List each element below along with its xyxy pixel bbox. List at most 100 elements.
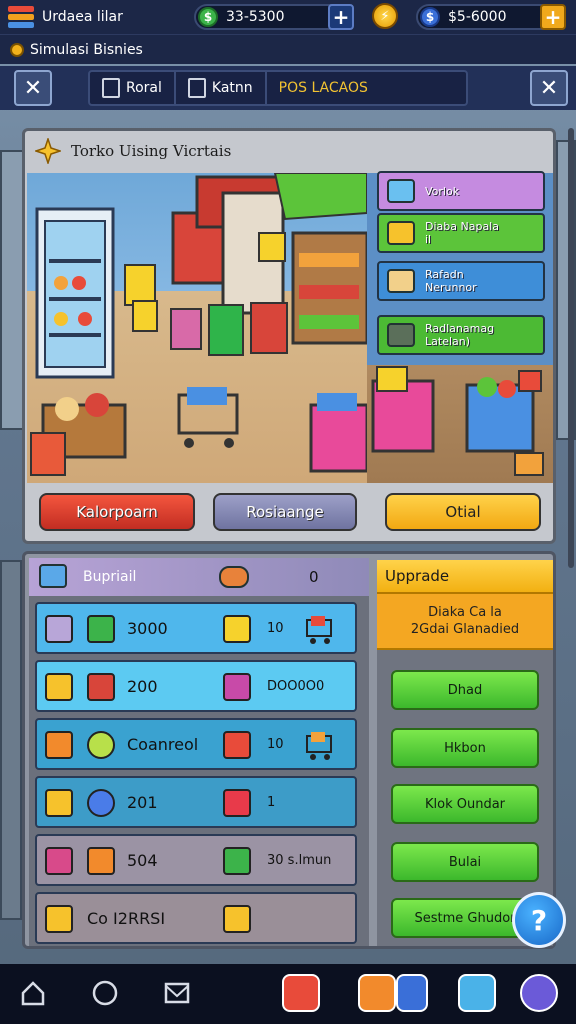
bottle-icon bbox=[45, 847, 73, 875]
app-shortcut-icon[interactable] bbox=[458, 974, 496, 1012]
food-icon bbox=[219, 566, 249, 588]
home-icon[interactable] bbox=[18, 978, 48, 1008]
stat-secondary: 1 bbox=[267, 794, 276, 810]
stat-secondary: 30 s.lmun bbox=[267, 852, 332, 868]
button-label: Sestme Ghudor bbox=[414, 910, 516, 926]
upgrade-description: Diaka Ca la 2Gdai Glanadied bbox=[377, 594, 553, 650]
gem-icon: $ bbox=[420, 7, 440, 27]
stat-secondary: 10 bbox=[267, 736, 284, 752]
item-box-icon bbox=[387, 221, 415, 245]
tab-roral[interactable]: Roral bbox=[90, 72, 176, 104]
box-icon bbox=[45, 615, 73, 643]
cup-icon bbox=[45, 673, 73, 701]
crate-icon bbox=[45, 731, 73, 759]
coin-counter: $ 33-5300 + bbox=[194, 4, 354, 30]
stat-row[interactable]: Coanreol 10 bbox=[35, 718, 357, 770]
tab-katnn[interactable]: Katnn bbox=[176, 72, 267, 104]
tab-pos-lacaos[interactable]: POS LACAOS bbox=[267, 72, 380, 104]
tag-icon bbox=[223, 731, 251, 759]
drink-icon bbox=[223, 789, 251, 817]
stats-header: Bupriail 0 bbox=[29, 558, 369, 596]
upgrade-desc-line2: 2Gdai Glanadied bbox=[410, 622, 520, 637]
app-shortcut-icon[interactable] bbox=[396, 974, 428, 1012]
app-shortcut-icon[interactable] bbox=[520, 974, 558, 1012]
chest-icon bbox=[87, 673, 115, 701]
stat-row[interactable]: 3000 10 bbox=[35, 602, 357, 654]
tab-bar: ✕ Roral Katnn POS LACAOS ✕ bbox=[0, 66, 576, 110]
shop-item-card[interactable]: Vorlok bbox=[377, 171, 545, 211]
item-crate-icon bbox=[387, 269, 415, 293]
cart-icon bbox=[306, 616, 332, 644]
tabs: Roral Katnn POS LACAOS bbox=[88, 70, 468, 106]
stat-row[interactable]: 200 DOO0O0 bbox=[35, 660, 357, 712]
mail-icon[interactable] bbox=[162, 978, 192, 1008]
rosiaange-button[interactable]: Rosiaange bbox=[213, 493, 357, 531]
shop-title: Torko Uising Vicrtais bbox=[71, 142, 232, 160]
top-bar: Urdaea lilar $ 33-5300 + ⚡ $ $5-6000 + bbox=[0, 0, 576, 34]
close-left-button[interactable]: ✕ bbox=[14, 70, 52, 106]
button-label: Hkbon bbox=[444, 740, 486, 756]
help-icon: ? bbox=[530, 903, 548, 937]
stat-row[interactable]: 504 30 s.lmun bbox=[35, 834, 357, 886]
upgrade-title: Upprade bbox=[377, 560, 553, 594]
upgrade-panel: Upprade Diaka Ca la 2Gdai Glanadied Dhad… bbox=[377, 560, 553, 946]
add-gems-button[interactable]: + bbox=[540, 4, 566, 30]
tab-label: Katnn bbox=[211, 80, 253, 96]
item-label: Radlanamag Latelan) bbox=[425, 322, 495, 348]
gem-counter: $ $5-6000 + bbox=[416, 4, 566, 30]
shop-scene[interactable] bbox=[27, 173, 367, 483]
item-label: Rafadn Nerunnor bbox=[425, 268, 477, 294]
money-box-icon bbox=[223, 847, 251, 875]
stats-header-value: 0 bbox=[309, 568, 319, 586]
bread-icon bbox=[45, 789, 73, 817]
currency-dot-icon bbox=[10, 42, 24, 57]
shop-item-card[interactable]: Diaba Napala il bbox=[377, 213, 545, 253]
add-coins-button[interactable]: + bbox=[328, 4, 354, 30]
stat-row[interactable]: 201 1 bbox=[35, 776, 357, 828]
shop-panel: Torko Uising Vicrtais Vorlok Diaba Napal… bbox=[22, 128, 556, 544]
otial-button[interactable]: Otial bbox=[385, 493, 541, 531]
cube-icon bbox=[39, 564, 67, 588]
upgrade-button-bulai[interactable]: Bulai bbox=[391, 842, 539, 882]
upgrade-button-klok-oundar[interactable]: Klok Oundar bbox=[391, 784, 539, 824]
stats-list: Bupriail 0 3000 10 200 DOO0O0 Coanreol 1… bbox=[29, 558, 369, 946]
tab-label: POS LACAOS bbox=[278, 80, 368, 96]
button-label: Dhad bbox=[447, 682, 483, 698]
shop-item-card[interactable]: Rafadn Nerunnor bbox=[377, 261, 545, 301]
shop-item-card[interactable]: Radlanamag Latelan) bbox=[377, 315, 545, 355]
button-label: Kalorpoarn bbox=[76, 503, 158, 521]
close-right-button[interactable]: ✕ bbox=[530, 70, 568, 106]
item-bird-icon bbox=[387, 179, 415, 203]
stat-row[interactable]: Co I2RRSI bbox=[35, 892, 357, 944]
circle-icon[interactable] bbox=[90, 978, 120, 1008]
stat-value: 504 bbox=[127, 850, 158, 870]
scrollbar[interactable] bbox=[568, 128, 574, 568]
button-label: Bulai bbox=[448, 854, 482, 870]
gem-value: $5-6000 bbox=[448, 9, 507, 25]
kalorpoarn-button[interactable]: Kalorpoarn bbox=[39, 493, 195, 531]
document-icon bbox=[102, 78, 120, 98]
item-phone-icon bbox=[387, 323, 415, 347]
upgrade-button-dhad[interactable]: Dhad bbox=[391, 670, 539, 710]
energy-icon[interactable]: ⚡ bbox=[372, 3, 398, 29]
tab-label: Roral bbox=[126, 80, 162, 96]
app-shortcut-icon[interactable] bbox=[282, 974, 320, 1012]
help-button[interactable]: ? bbox=[512, 892, 566, 948]
coin-icon: $ bbox=[198, 7, 218, 27]
stat-value: 200 bbox=[127, 676, 158, 696]
stat-secondary: DOO0O0 bbox=[267, 678, 325, 694]
stats-panel: Bupriail 0 3000 10 200 DOO0O0 Coanreol 1… bbox=[22, 551, 556, 949]
stats-header-label: Bupriail bbox=[83, 569, 137, 585]
building bbox=[0, 560, 22, 920]
stat-value: 201 bbox=[127, 792, 158, 812]
clipboard-icon bbox=[187, 78, 206, 98]
button-label: Rosiaange bbox=[246, 503, 324, 521]
item-label: Diaba Napala il bbox=[425, 220, 499, 246]
stat-value: Co I2RRSI bbox=[87, 908, 166, 928]
app-logo-icon bbox=[8, 6, 34, 28]
system-nav-bar bbox=[0, 964, 576, 1024]
building bbox=[0, 150, 24, 430]
upgrade-button-hkbon[interactable]: Hkbon bbox=[391, 728, 539, 768]
energy-glyph: ⚡ bbox=[380, 8, 390, 24]
app-shortcut-icon[interactable] bbox=[358, 974, 396, 1012]
